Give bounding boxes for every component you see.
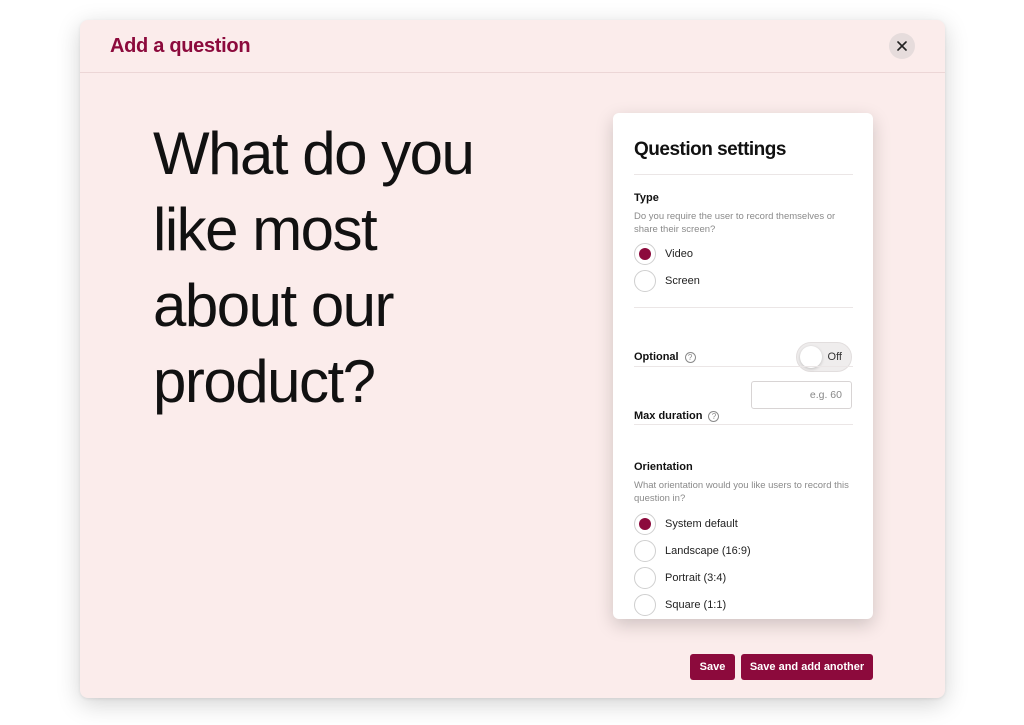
type-option-screen[interactable]: Screen: [634, 270, 700, 292]
orientation-label: Orientation: [634, 461, 693, 473]
modal-header: Add a question: [80, 20, 945, 73]
toggle-state-text: Off: [827, 351, 842, 363]
optional-label-text: Optional: [634, 351, 679, 363]
close-icon: [897, 41, 907, 51]
orientation-option-portrait[interactable]: Portrait (3:4): [634, 567, 726, 589]
radio-label: Portrait (3:4): [665, 572, 727, 584]
divider: [634, 424, 853, 425]
radio-button[interactable]: [634, 513, 656, 535]
max-duration-input[interactable]: [751, 381, 852, 409]
radio-button[interactable]: [634, 567, 656, 589]
max-duration-label-text: Max duration: [634, 410, 703, 422]
optional-toggle[interactable]: Off: [796, 342, 852, 372]
radio-label: Square (1:1): [665, 599, 727, 611]
modal-title: Add a question: [110, 35, 251, 57]
add-question-modal: Add a question What do you like most abo…: [80, 20, 945, 698]
save-and-add-another-button[interactable]: Save and add another: [741, 654, 873, 680]
divider: [634, 366, 853, 367]
radio-label: Screen: [665, 275, 700, 287]
divider: [634, 174, 853, 175]
radio-selected-dot: [639, 248, 651, 260]
type-description: Do you require the user to record themse…: [634, 211, 836, 235]
divider: [634, 307, 853, 308]
close-button[interactable]: [889, 33, 915, 59]
settings-title: Question settings: [634, 139, 786, 160]
max-duration-label: Max duration?: [634, 410, 720, 422]
radio-label: Landscape (16:9): [665, 545, 751, 557]
orientation-option-square[interactable]: Square (1:1): [634, 594, 726, 616]
help-icon[interactable]: ?: [684, 351, 696, 363]
radio-label: Video: [665, 248, 693, 260]
orientation-option-system-default[interactable]: System default: [634, 513, 738, 535]
toggle-knob: [800, 346, 822, 368]
orientation-option-landscape[interactable]: Landscape (16:9): [634, 540, 751, 562]
radio-button[interactable]: [634, 243, 656, 265]
radio-button[interactable]: [634, 540, 656, 562]
radio-button[interactable]: [634, 270, 656, 292]
question-settings-card: Question settings Type Do you require th…: [613, 113, 873, 619]
radio-label: System default: [665, 518, 738, 530]
radio-selected-dot: [639, 518, 651, 530]
question-text[interactable]: What do you like most about our product?: [153, 116, 483, 420]
save-button[interactable]: Save: [690, 654, 735, 680]
type-label: Type: [634, 192, 659, 204]
radio-button[interactable]: [634, 594, 656, 616]
orientation-description: What orientation would you like users to…: [634, 480, 849, 504]
help-icon[interactable]: ?: [708, 410, 720, 422]
type-option-video[interactable]: Video: [634, 243, 693, 265]
optional-label: Optional?: [634, 351, 696, 363]
